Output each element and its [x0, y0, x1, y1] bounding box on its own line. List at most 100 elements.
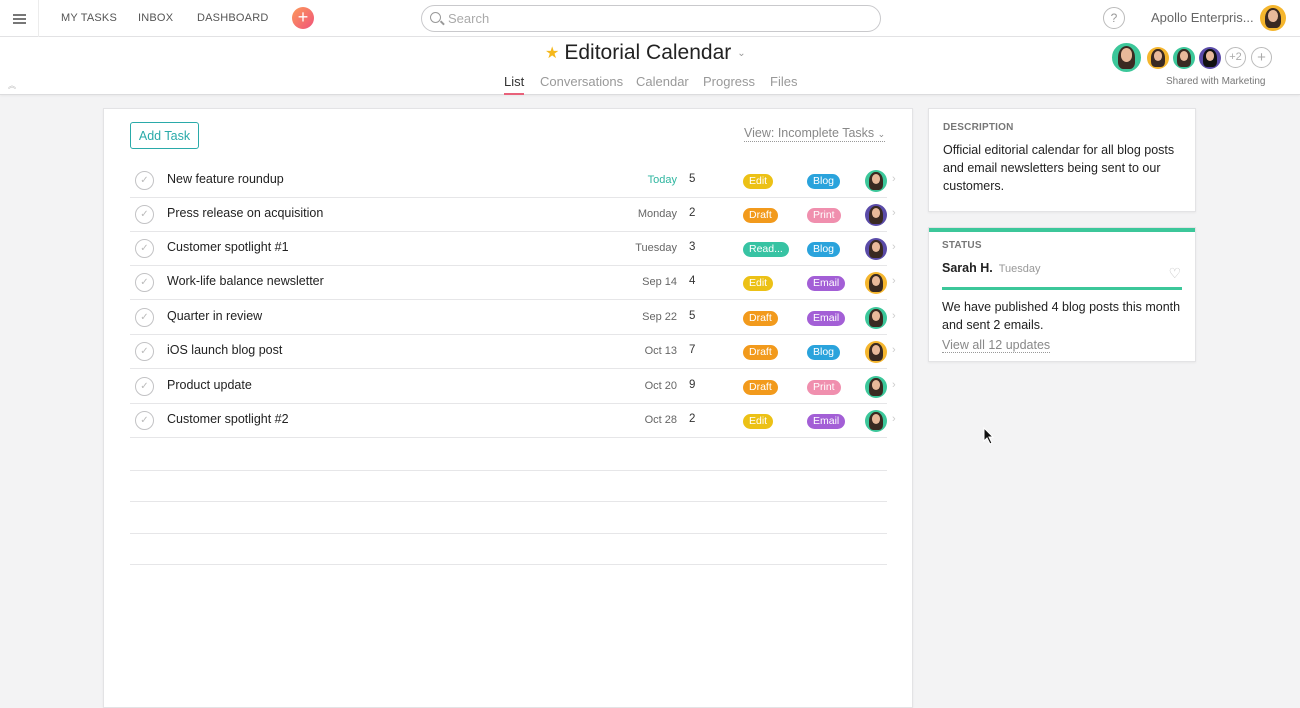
tab-progress[interactable]: Progress [703, 74, 755, 95]
chevron-right-icon[interactable]: › [892, 207, 896, 219]
status-text: We have published 4 blog posts this mont… [942, 300, 1181, 332]
project-title[interactable]: ★ Editorial Calendar ⌄ [545, 41, 746, 65]
add-member-button[interactable]: + [1251, 47, 1272, 68]
tab-files[interactable]: Files [770, 74, 797, 95]
chevron-right-icon[interactable]: › [892, 413, 896, 425]
collapse-icon[interactable]: ︽ [8, 80, 16, 91]
search-input[interactable] [448, 11, 868, 26]
add-task-button[interactable]: Add Task [130, 122, 199, 149]
empty-row-divider [130, 533, 887, 534]
complete-checkbox[interactable]: ✓ [135, 205, 154, 224]
task-name[interactable]: Product update [167, 378, 252, 392]
channel-tag[interactable]: Email [807, 276, 846, 291]
help-button[interactable]: ? [1103, 7, 1125, 29]
assignee-avatar[interactable] [865, 170, 887, 192]
task-row[interactable]: ✓ Customer spotlight #1 Tuesday 3 Read... Blo… [130, 232, 896, 266]
nav-my-tasks[interactable]: MY TASKS [61, 12, 117, 24]
view-filter-dropdown[interactable]: View: Incomplete Tasks ⌄ [744, 126, 886, 142]
task-due-date: Today [647, 174, 677, 186]
channel-tag[interactable]: Print [807, 380, 841, 395]
channel-tag[interactable]: Blog [807, 174, 841, 189]
channel-tag[interactable]: Email [807, 311, 846, 326]
user-avatar[interactable] [1260, 5, 1286, 31]
complete-checkbox[interactable]: ✓ [135, 377, 154, 396]
task-name[interactable]: Work-life balance newsletter [167, 274, 324, 288]
nav-dashboard[interactable]: DASHBOARD [197, 12, 268, 24]
task-count: 4 [689, 275, 696, 287]
assignee-avatar[interactable] [865, 272, 887, 294]
task-count: 3 [689, 241, 696, 253]
task-row[interactable]: ✓ Product update Oct 20 9 Draft Print › [130, 370, 896, 404]
task-name[interactable]: Quarter in review [167, 309, 262, 323]
chevron-right-icon[interactable]: › [892, 379, 896, 391]
complete-checkbox[interactable]: ✓ [135, 308, 154, 327]
quick-add-button[interactable]: + [292, 7, 314, 29]
assignee-avatar[interactable] [865, 410, 887, 432]
tab-conversations[interactable]: Conversations [540, 74, 623, 95]
stage-tag[interactable]: Edit [743, 174, 774, 189]
stage-tag[interactable]: Draft [743, 208, 778, 223]
stage-tag[interactable]: Draft [743, 311, 778, 326]
channel-tag[interactable]: Print [807, 208, 841, 223]
channel-tag[interactable]: Blog [807, 345, 841, 360]
assignee-avatar[interactable] [865, 204, 887, 226]
stage-tag[interactable]: Read... [743, 242, 789, 257]
status-label: STATUS [942, 240, 982, 251]
chevron-right-icon[interactable]: › [892, 344, 896, 356]
task-row[interactable]: ✓ New feature roundup Today 5 Edit Blog › [130, 164, 896, 198]
task-name[interactable]: Customer spotlight #1 [167, 240, 289, 254]
task-name[interactable]: New feature roundup [167, 172, 284, 186]
assignee-avatar[interactable] [865, 307, 887, 329]
channel-tag[interactable]: Blog [807, 242, 841, 257]
star-icon[interactable]: ★ [545, 43, 559, 63]
task-due-date: Oct 13 [644, 345, 677, 357]
channel-tag[interactable]: Email [807, 414, 846, 429]
member-avatar[interactable] [1199, 47, 1221, 69]
task-row[interactable]: ✓ Work-life balance newsletter Sep 14 4 Edit… [130, 266, 896, 300]
member-avatar[interactable] [1110, 41, 1143, 74]
description-text[interactable]: Official editorial calendar for all blog… [943, 141, 1181, 195]
chevron-right-icon[interactable]: › [892, 241, 896, 253]
task-row[interactable]: ✓ Customer spotlight #2 Oct 28 2 Edit Email › [130, 404, 896, 438]
complete-checkbox[interactable]: ✓ [135, 411, 154, 430]
task-name[interactable]: iOS launch blog post [167, 343, 282, 357]
chevron-down-icon[interactable]: ⌄ [737, 48, 745, 59]
heart-icon[interactable]: ♡ [1168, 265, 1181, 282]
complete-checkbox[interactable]: ✓ [135, 171, 154, 190]
status-author[interactable]: Sarah H. [942, 261, 993, 275]
more-members-button[interactable]: +2 [1225, 47, 1246, 68]
search-bar[interactable] [421, 5, 881, 32]
menu-button[interactable] [0, 0, 39, 37]
avatar-face [1267, 9, 1279, 22]
nav-inbox[interactable]: INBOX [138, 12, 173, 24]
tab-list[interactable]: List [504, 74, 525, 95]
assignee-avatar[interactable] [865, 341, 887, 363]
check-icon: ✓ [140, 312, 149, 323]
task-name[interactable]: Press release on acquisition [167, 206, 323, 220]
task-row[interactable]: ✓ Press release on acquisition Monday 2 Draf… [130, 198, 896, 232]
org-switcher[interactable]: Apollo Enterpris... [1151, 10, 1254, 25]
complete-checkbox[interactable]: ✓ [135, 239, 154, 258]
chevron-right-icon[interactable]: › [892, 310, 896, 322]
task-row[interactable]: ✓ iOS launch blog post Oct 13 7 Draft Blog › [130, 335, 896, 369]
chevron-right-icon[interactable]: › [892, 275, 896, 287]
avatar-face [1120, 48, 1133, 62]
stage-tag[interactable]: Draft [743, 345, 778, 360]
search-icon [430, 12, 441, 23]
tab-calendar[interactable]: Calendar [636, 74, 689, 95]
shared-label: Shared with Marketing [1166, 76, 1266, 87]
stage-tag[interactable]: Draft [743, 380, 778, 395]
complete-checkbox[interactable]: ✓ [135, 273, 154, 292]
assignee-avatar[interactable] [865, 238, 887, 260]
task-row[interactable]: ✓ Quarter in review Sep 22 5 Draft Email › [130, 301, 896, 335]
chevron-right-icon[interactable]: › [892, 173, 896, 185]
member-avatar[interactable] [1147, 47, 1169, 69]
task-name[interactable]: Customer spotlight #2 [167, 412, 289, 426]
stage-tag[interactable]: Edit [743, 276, 774, 291]
member-avatar[interactable] [1173, 47, 1195, 69]
stage-tag[interactable]: Edit [743, 414, 774, 429]
empty-row-divider [130, 501, 887, 502]
view-all-updates-link[interactable]: View all 12 updates [942, 338, 1051, 353]
complete-checkbox[interactable]: ✓ [135, 342, 154, 361]
assignee-avatar[interactable] [865, 376, 887, 398]
